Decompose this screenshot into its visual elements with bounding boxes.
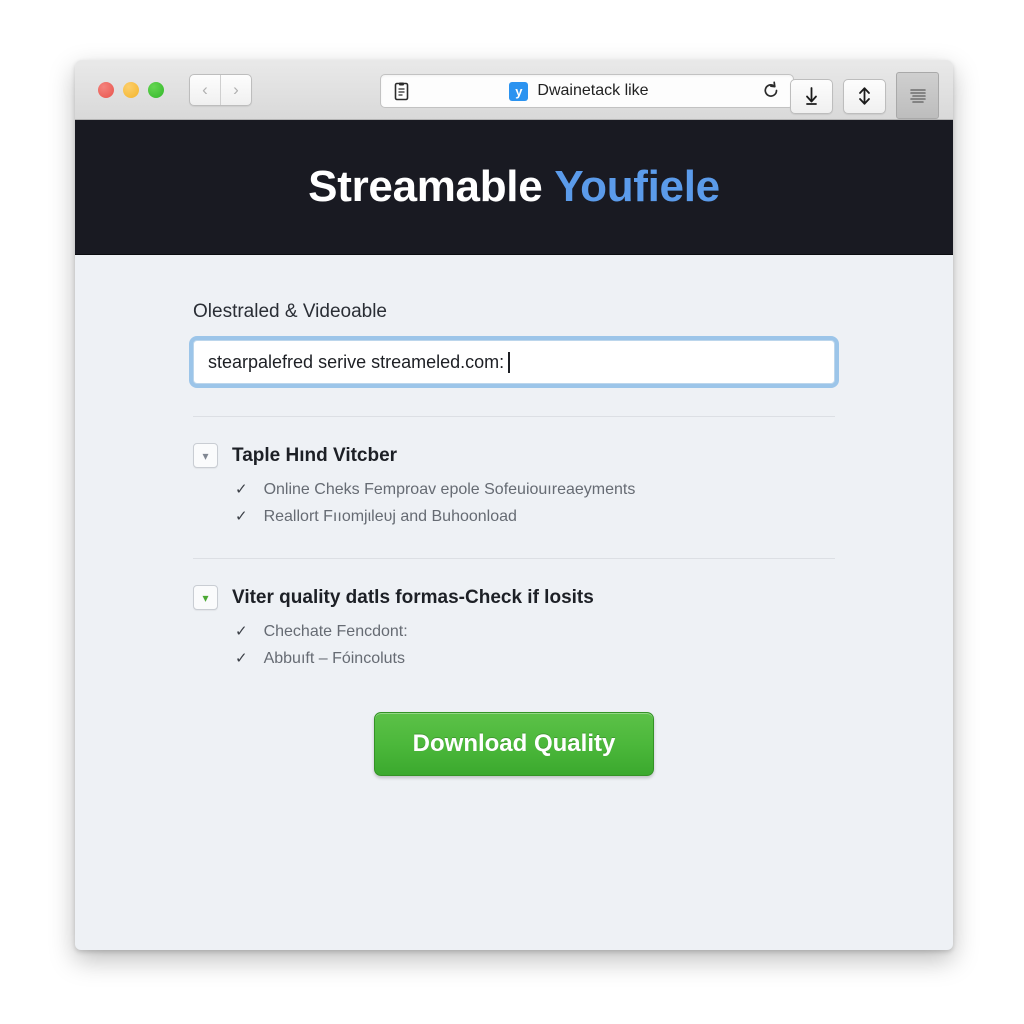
download-arrow-icon[interactable]	[790, 78, 833, 114]
download-button[interactable]: Download Quality	[373, 712, 655, 776]
section-2-header[interactable]: ▾ Viter quality datls formas-Check if lo…	[193, 585, 835, 610]
section-1-header[interactable]: ▾ Taple Hınd Vitcber	[193, 443, 835, 468]
share-arrow-icon[interactable]	[843, 78, 886, 114]
toolbar-right-group	[790, 72, 939, 119]
check-icon: ✓	[235, 508, 248, 525]
list-item: ✓ Online Cheks Femproav epole Sofeuiouır…	[235, 480, 835, 499]
url-input-value: stearpalefred serive streameled.com:	[208, 351, 505, 372]
divider-2	[193, 558, 835, 559]
sidebar-list-icon[interactable]	[896, 72, 939, 119]
site-name-primary: Streamable	[308, 162, 543, 211]
list-item: ✓ Reallort Fııomјιleυј and Buhoonload	[235, 507, 835, 526]
navigation-buttons: ‹ ›	[189, 73, 252, 106]
address-bar-title-group: y Dwainetack like	[396, 81, 762, 101]
chevron-down-icon[interactable]: ▾	[193, 585, 218, 610]
list-item-label: Reallort Fııomјιleυј and Buhoonload	[263, 508, 517, 525]
section-2-list: ✓ Chechate Fencdont: ✓ Abbuıft – Fóincol…	[235, 622, 835, 668]
check-icon: ✓	[235, 623, 248, 640]
forward-button[interactable]: ›	[220, 74, 251, 105]
chevron-glyph: ▾	[202, 590, 209, 605]
text-caret	[508, 351, 511, 373]
page-content: Olestraled & Videoable stearpalefred ser…	[75, 255, 953, 776]
traffic-lights	[98, 81, 164, 98]
browser-window: ‹ › y Dwainetack like Streamable Youfiel…	[75, 60, 953, 950]
url-input[interactable]: stearpalefred serive streameled.com:	[193, 340, 835, 384]
site-favicon: y	[509, 81, 529, 101]
section-1-title: Taple Hınd Vitcber	[232, 444, 398, 466]
list-item-label: Online Cheks Femproav epole Sofeuiouırea…	[263, 481, 636, 498]
site-name-secondary: Youfiele	[554, 162, 720, 211]
site-hero-banner: Streamable Youfiele	[75, 120, 953, 255]
back-button[interactable]: ‹	[190, 75, 220, 105]
divider-1	[193, 416, 835, 417]
list-item-label: Abbuıft – Fóincoluts	[263, 650, 405, 667]
section-1-list: ✓ Online Cheks Femproav epole Sofeuiouır…	[235, 480, 835, 526]
check-icon: ✓	[235, 650, 248, 667]
section-2: ▾ Viter quality datls formas-Check if lo…	[193, 585, 835, 668]
close-window-button[interactable]	[98, 81, 114, 98]
chevron-down-icon[interactable]: ▾	[193, 443, 218, 468]
url-field-label: Olestraled & Videoable	[193, 301, 387, 322]
reload-icon[interactable]	[762, 81, 780, 101]
list-item: ✓ Chechate Fencdont:	[235, 622, 835, 641]
zoom-window-button[interactable]	[148, 81, 164, 98]
section-2-title: Viter quality datls formas-Check if losi…	[232, 586, 594, 608]
list-item: ✓ Abbuıft – Fóincoluts	[235, 649, 835, 668]
browser-titlebar: ‹ › y Dwainetack like	[75, 60, 953, 120]
site-logo-title: Streamable Youfiele	[308, 162, 720, 212]
section-1: ▾ Taple Hınd Vitcber ✓ Online Cheks Femp…	[193, 443, 835, 526]
action-row: Download Quality	[193, 712, 835, 776]
address-bar[interactable]: y Dwainetack like	[380, 74, 794, 108]
minimize-window-button[interactable]	[123, 81, 139, 98]
check-icon: ✓	[235, 481, 248, 498]
list-item-label: Chechate Fencdont:	[263, 623, 408, 640]
chevron-glyph: ▾	[202, 448, 209, 463]
page-title: Dwainetack like	[537, 82, 649, 99]
